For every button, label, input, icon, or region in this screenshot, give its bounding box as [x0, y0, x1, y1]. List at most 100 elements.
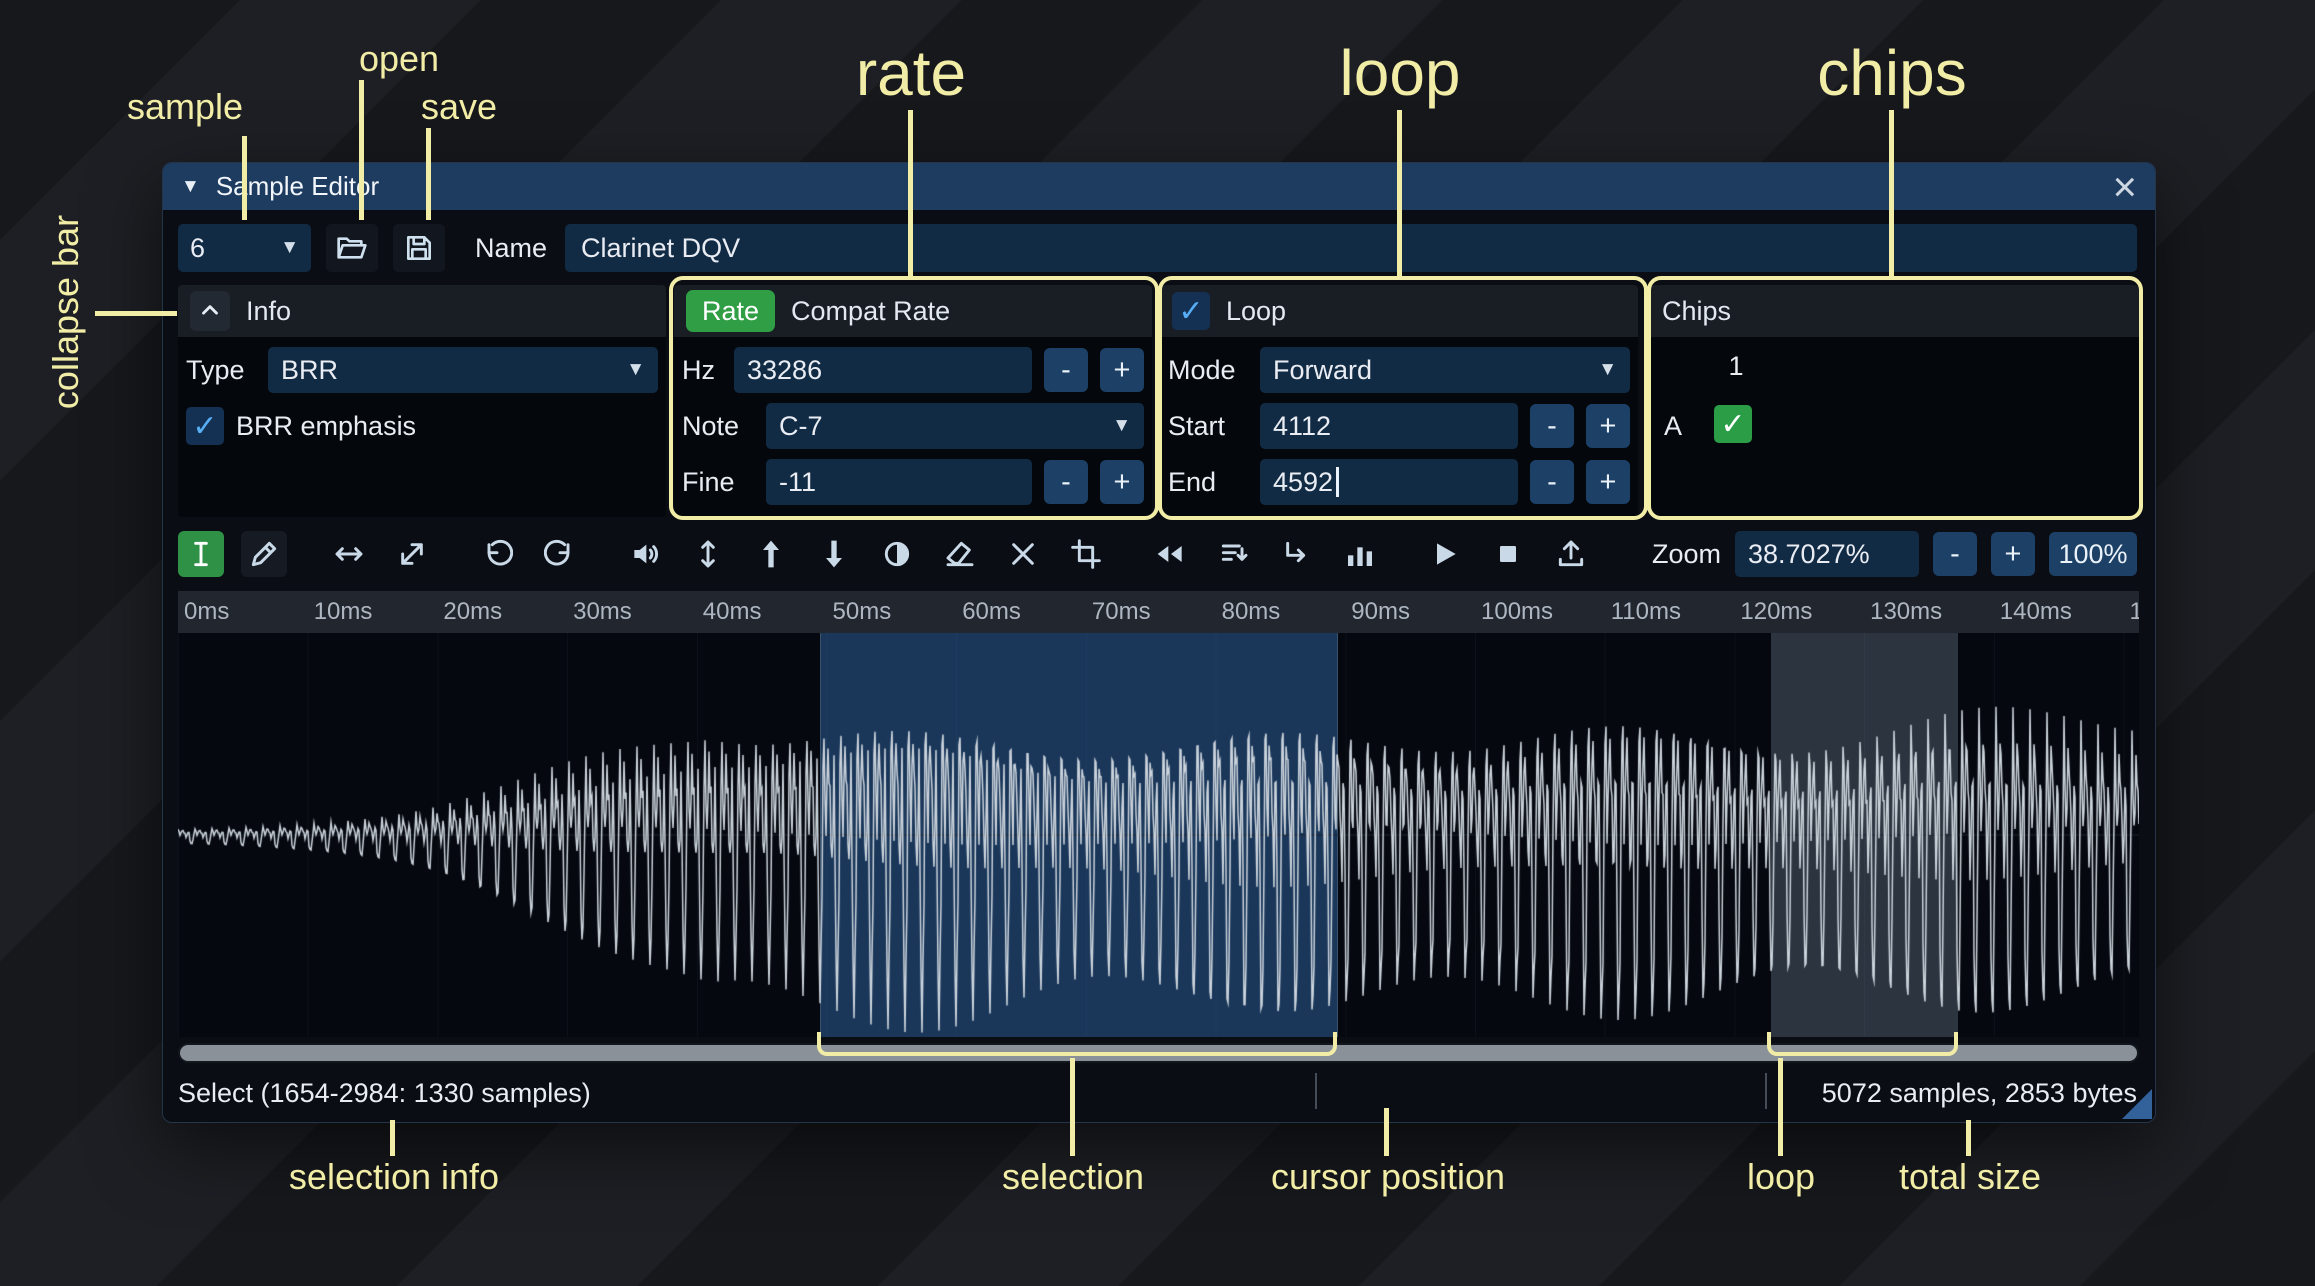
rewind-icon [1157, 546, 1182, 562]
timeline-label: 90ms [1351, 598, 1410, 625]
annotation-open: open [358, 38, 440, 79]
window-collapse-icon[interactable]: ▼ [181, 176, 200, 198]
annotation-collapse-bar: collapse bar [45, 214, 86, 410]
annotation-box-chips [1647, 276, 2143, 520]
filter-button[interactable] [1337, 531, 1383, 577]
sample-index-dropdown[interactable]: 6 ▼ [178, 224, 311, 272]
silence-button[interactable] [937, 531, 983, 577]
annotation-line-save [426, 128, 431, 220]
stop-button[interactable] [1485, 531, 1531, 577]
speaker-icon [634, 544, 659, 564]
timeline-label: 20ms [443, 598, 503, 625]
info-title: Info [246, 295, 292, 326]
timeline-label: 120ms [1740, 598, 1813, 625]
timeline-label: 140ms [1999, 598, 2072, 625]
brr-emphasis-label: BRR emphasis [236, 410, 417, 441]
annotation-chips: chips [1817, 37, 1967, 109]
timeline-label: 70ms [1091, 598, 1151, 625]
timeline-label: 100ms [1481, 598, 1554, 625]
annotation-box-rate [669, 276, 1159, 520]
reverse-button[interactable] [1148, 531, 1194, 577]
annotation-line-selection [1070, 1058, 1075, 1156]
annotation-bracket-loop [1767, 1032, 1958, 1056]
chevron-down-icon: ▼ [626, 359, 645, 380]
crop-icon [1071, 539, 1101, 569]
check-icon: ✓ [192, 409, 218, 443]
arrows-vertical-icon [701, 540, 715, 568]
annotation-selection-info: selection info [288, 1156, 500, 1197]
name-label: Name [475, 232, 548, 263]
window-resize-grip[interactable] [2122, 1089, 2152, 1119]
zoom-in-button[interactable]: + [1991, 532, 2035, 576]
zoom-out-button[interactable]: - [1933, 532, 1977, 576]
resize-button[interactable] [326, 531, 372, 577]
name-value: Clarinet DQV [581, 232, 741, 263]
waveform-view [178, 633, 2139, 1037]
stretch-button[interactable] [389, 531, 435, 577]
status-divider [1315, 1073, 1317, 1109]
invert-button[interactable] [874, 531, 920, 577]
annotation-line-rate [908, 110, 913, 277]
resize-horizontal-icon [335, 547, 363, 561]
waveform-canvas[interactable] [178, 633, 2139, 1037]
trim-button[interactable] [1063, 531, 1109, 577]
annotation-line-collapse-bar [95, 311, 177, 316]
close-icon[interactable]: × [2112, 165, 2137, 208]
pencil-icon [251, 541, 277, 567]
info-header: Info [178, 285, 666, 337]
annotation-selection: selection [1001, 1156, 1145, 1197]
annotation-box-loop [1158, 276, 1648, 520]
edit-cursor-icon [194, 541, 208, 567]
name-input[interactable]: Clarinet DQV [565, 224, 2137, 272]
redo-icon [544, 539, 570, 566]
annotation-total-size: total size [1898, 1156, 2042, 1197]
annotation-loop: loop [1339, 37, 1461, 109]
sort-lines-icon [1221, 544, 1248, 561]
type-dropdown[interactable]: BRR ▼ [268, 347, 658, 393]
insert-button[interactable] [1274, 531, 1320, 577]
undo-button[interactable] [474, 531, 520, 577]
amplify-up-button[interactable] [748, 531, 794, 577]
chevron-down-icon: ▼ [280, 237, 299, 258]
edit-cursor-button[interactable] [178, 531, 224, 577]
brr-emphasis-checkbox[interactable]: ✓ [186, 407, 224, 445]
pencil-button[interactable] [241, 531, 287, 577]
open-button[interactable] [326, 224, 378, 272]
import-button[interactable] [1548, 531, 1594, 577]
collapse-bar-button[interactable] [190, 291, 230, 331]
save-button[interactable] [393, 224, 445, 272]
toolbar: Zoom 38.7027% - + 100% [178, 529, 2137, 579]
window-title: Sample Editor [215, 171, 380, 201]
timeline-ruler[interactable]: 0ms 10ms 20ms 30ms 40ms 50ms 60ms 70ms 80ms 90ms 1… [178, 591, 2139, 633]
redo-button[interactable] [537, 531, 583, 577]
annotation-save: save [420, 86, 498, 127]
delete-button[interactable] [1000, 531, 1046, 577]
folder-open-icon [337, 237, 367, 259]
arrow-up-icon [763, 540, 779, 568]
timeline-label: 150 [2129, 598, 2140, 625]
play-button[interactable] [1422, 531, 1468, 577]
downsample-button[interactable] [1211, 531, 1257, 577]
timeline-label: 110ms [1610, 598, 1681, 625]
bar-chart-icon [1348, 547, 1372, 566]
x-icon [1012, 543, 1034, 565]
timeline-label: 60ms [962, 598, 1021, 625]
invert-icon [884, 541, 910, 567]
annotation-line-sample [242, 136, 247, 220]
annotation-line-total-size [1966, 1120, 1971, 1156]
zoom-input[interactable]: 38.7027% [1735, 531, 1919, 577]
annotation-line-cursor-position [1384, 1108, 1389, 1156]
arrow-turn-right-icon [1286, 541, 1306, 563]
normalize-button[interactable] [685, 531, 731, 577]
resize-free-icon [401, 543, 423, 565]
zoom-reset-button[interactable]: 100% [2049, 532, 2137, 576]
status-selection-info: Select (1654-2984: 1330 samples) [178, 1077, 591, 1108]
type-value: BRR [281, 354, 339, 385]
page: ▼ Sample Editor × 6 ▼ Name Clarinet DQV [0, 0, 2315, 1286]
zoom-controls: Zoom 38.7027% - + 100% [1652, 531, 2137, 577]
annotation-loop-marker: loop [1746, 1156, 1816, 1197]
title-bar: ▼ Sample Editor × [163, 163, 2155, 210]
eraser-icon [946, 541, 974, 567]
amplify-down-button[interactable] [811, 531, 857, 577]
preview-button[interactable] [622, 531, 668, 577]
